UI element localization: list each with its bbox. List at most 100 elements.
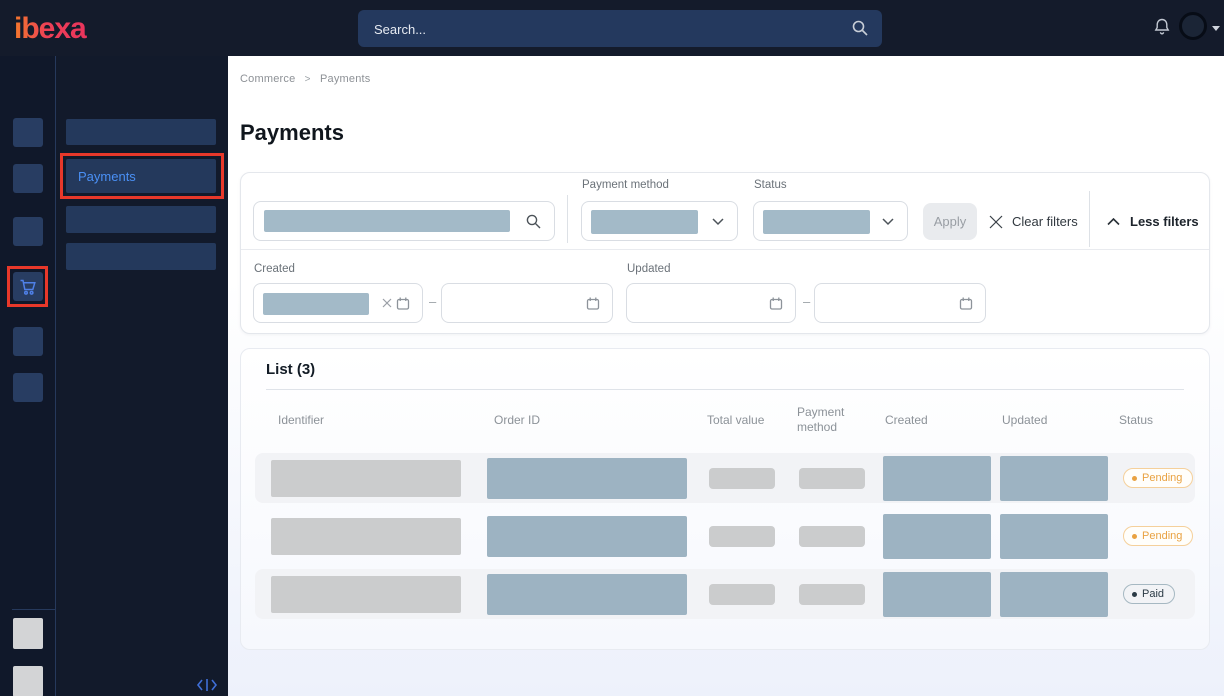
created-placeholder [883,514,991,559]
filter-search-input[interactable] [253,201,555,241]
collapse-icon [196,678,218,692]
sidebar-icon-placeholder-1[interactable] [13,118,43,147]
breadcrumb-payments[interactable]: Payments [320,73,371,85]
apply-button[interactable]: Apply [923,203,977,240]
order-id-placeholder [487,516,687,557]
clear-date-icon[interactable] [382,298,392,308]
status-badge-label: Paid [1142,588,1164,600]
page-title: Payments [240,120,344,146]
app-body: Payments Commerce > Payments Payments [0,56,1224,696]
status-value-placeholder [763,210,870,234]
close-icon [989,215,1003,229]
calendar-icon[interactable] [585,295,601,312]
sidebar-bottom-placeholder-2[interactable] [13,666,43,696]
payment-method-placeholder [799,468,865,489]
sidebar-item-commerce[interactable] [13,272,43,301]
table-row[interactable]: Pending [255,511,1195,561]
updated-from-input[interactable] [626,283,796,323]
total-value-placeholder [709,584,775,605]
clear-filters-label: Clear filters [1012,214,1078,229]
updated-placeholder [1000,456,1108,501]
notification-bell-icon[interactable] [1152,17,1172,38]
total-value-placeholder [709,526,775,547]
search-icon[interactable] [525,213,542,230]
created-to-input[interactable] [441,283,613,323]
ibexa-logo[interactable]: ibexa [14,10,114,46]
status-badge-label: Pending [1142,530,1182,542]
total-value-placeholder [709,468,775,489]
breadcrumb: Commerce > Payments [240,73,370,85]
payment-method-select[interactable] [581,201,738,241]
filter-panel: Payment method Status [240,172,1210,334]
updated-to-input[interactable] [814,283,986,323]
logo-text: ibexa [14,12,87,45]
payment-method-label: Payment method [582,179,669,191]
chevron-down-icon [882,218,894,226]
calendar-icon[interactable] [395,295,411,312]
filter-divider [567,195,568,243]
menu-item-placeholder-2[interactable] [66,206,216,233]
less-filters-toggle[interactable]: Less filters [1107,203,1199,240]
status-select[interactable] [753,201,908,241]
status-dot-icon [1132,476,1137,481]
icon-sidebar [0,56,55,696]
identifier-placeholder [271,576,461,613]
status-label: Status [754,179,787,191]
calendar-icon[interactable] [958,295,974,312]
menu-item-placeholder-1[interactable] [66,119,216,145]
chevron-down-icon [712,218,724,226]
calendar-icon[interactable] [768,295,784,312]
less-filters-label: Less filters [1130,214,1199,229]
user-avatar[interactable] [1179,12,1207,40]
sidebar-icon-placeholder-4[interactable] [13,327,43,356]
list-panel: List (3) Identifier Order ID Total value… [240,348,1210,650]
status-badge: Pending [1123,526,1193,546]
created-placeholder [883,456,991,501]
breadcrumb-commerce[interactable]: Commerce [240,73,295,85]
column-header-status: Status [1099,413,1195,428]
range-separator: – [803,294,810,309]
list-divider [266,389,1184,390]
avatar-caret-icon[interactable] [1212,26,1220,31]
sidebar-icon-placeholder-5[interactable] [13,373,43,402]
created-from-input[interactable] [253,283,423,323]
identifier-placeholder [271,518,461,555]
updated-label: Updated [627,263,670,275]
created-placeholder [883,572,991,617]
search-input[interactable] [372,10,836,49]
sidebar-collapse-toggle[interactable] [196,678,218,692]
filter-divider [1089,191,1090,247]
column-header-identifier: Identifier [255,413,471,428]
sidebar-icon-placeholder-2[interactable] [13,164,43,193]
payment-method-placeholder [799,526,865,547]
column-header-total-value: Total value [687,413,777,428]
column-header-order-id: Order ID [471,413,687,428]
menu-item-payments[interactable]: Payments [66,159,216,193]
sidebar-icon-placeholder-3[interactable] [13,217,43,246]
global-search[interactable] [358,10,882,47]
search-value-placeholder [264,210,510,232]
order-id-placeholder [487,458,687,499]
table-body: Pending Pe [255,453,1195,627]
main-content: Commerce > Payments Payments Payment met… [228,56,1224,696]
payment-method-value-placeholder [591,210,698,234]
secondary-sidebar: Payments [55,56,228,696]
table-row[interactable]: Paid [255,569,1195,619]
search-icon[interactable] [851,19,869,37]
menu-item-placeholder-3[interactable] [66,243,216,270]
table-row[interactable]: Pending [255,453,1195,503]
created-from-value-placeholder [263,293,369,315]
status-dot-icon [1132,592,1137,597]
menu-item-payments-label: Payments [66,169,136,184]
app-window: ibexa [0,0,1224,696]
status-badge: Pending [1123,468,1193,488]
order-id-placeholder [487,574,687,615]
clear-filters-button[interactable]: Clear filters [989,203,1078,240]
filter-row-divider [241,249,1209,250]
status-dot-icon [1132,534,1137,539]
updated-placeholder [1000,572,1108,617]
sidebar-bottom-placeholder-1[interactable] [13,618,43,649]
column-header-created: Created [865,413,982,428]
status-badge-label: Pending [1142,472,1182,484]
table-header: Identifier Order ID Total value Payment … [255,399,1195,441]
